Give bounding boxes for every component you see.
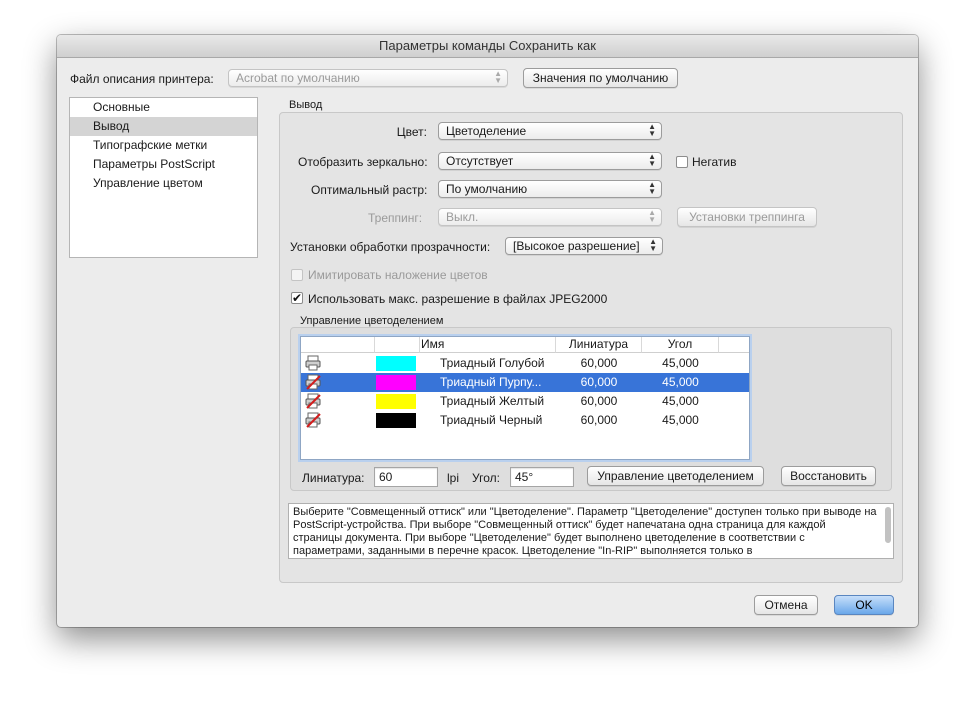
screening-popup[interactable]: По умолчанию ▲ ▼ <box>438 180 662 198</box>
printer-file-popup[interactable]: Acrobat по умолчанию ▲ ▼ <box>228 69 508 87</box>
mirror-popup[interactable]: Отсутствует ▲ ▼ <box>438 152 662 170</box>
column-header-frequency[interactable]: Линиатура <box>556 337 642 353</box>
ink-swatch <box>376 394 416 409</box>
trapping-popup[interactable]: Выкл. ▲ ▼ <box>438 208 662 226</box>
restore-button[interactable]: Восстановить <box>781 466 876 486</box>
simulate-overprint-checkbox[interactable] <box>291 269 303 281</box>
negative-label: Негатив <box>692 155 737 169</box>
ink-frequency: 60,000 <box>580 394 618 408</box>
popup-arrows-icon: ▲ ▼ <box>648 152 656 168</box>
trapping-label: Треппинг: <box>368 211 423 225</box>
table-row[interactable]: Триадный Черный 60,000 45,000 <box>301 411 749 430</box>
table-row[interactable]: Триадный Голубой 60,000 45,000 <box>301 354 749 373</box>
column-header-name[interactable]: Имя <box>420 337 556 353</box>
screening-label: Оптимальный растр: <box>311 183 428 197</box>
save-as-dialog: Параметры команды Сохранить как Файл опи… <box>57 35 918 627</box>
negative-checkbox[interactable] <box>676 156 688 168</box>
printer-icon[interactable] <box>305 354 325 373</box>
sidebar-item-marks[interactable]: Типографские метки <box>70 136 257 155</box>
separations-title: Управление цветоделением <box>300 315 444 327</box>
column-header-swatch[interactable] <box>375 337 420 353</box>
sidebar-item-output[interactable]: Вывод <box>70 117 257 136</box>
ink-name: Триадный Черный <box>440 413 543 427</box>
trapping-value: Выкл. <box>446 210 479 224</box>
category-sidebar: Основные Вывод Типографские метки Параме… <box>69 97 258 258</box>
output-section-title: Вывод <box>289 99 323 111</box>
frequency-label: Линиатура: <box>302 471 365 485</box>
max-jpeg2000-checkbox[interactable]: ✔ <box>291 292 303 304</box>
ink-angle: 45,000 <box>662 394 699 408</box>
ok-button[interactable]: OK <box>834 595 894 615</box>
transparency-label: Установки обработки прозрачности: <box>290 240 491 254</box>
sidebar-item-color-management[interactable]: Управление цветом <box>70 174 257 193</box>
ink-name: Триадный Голубой <box>440 356 545 370</box>
mirror-value: Отсутствует <box>446 154 514 168</box>
window-title: Параметры команды Сохранить как <box>57 35 918 58</box>
defaults-button[interactable]: Значения по умолчанию <box>523 68 678 88</box>
sidebar-item-general[interactable]: Основные <box>70 98 257 117</box>
popup-arrows-icon: ▲ ▼ <box>648 208 656 224</box>
cancel-button[interactable]: Отмена <box>754 595 818 615</box>
description-text: Выберите "Совмещенный оттиск" или "Цвето… <box>293 506 877 557</box>
screening-value: По умолчанию <box>446 182 528 196</box>
ink-angle: 45,000 <box>662 356 699 370</box>
angle-label: Угол: <box>472 471 500 485</box>
printer-disabled-icon[interactable] <box>305 411 325 430</box>
ink-frequency: 60,000 <box>580 356 618 370</box>
transparency-popup[interactable]: [Высокое разрешение] ▲ ▼ <box>505 237 663 255</box>
ink-swatch <box>376 375 416 390</box>
popup-arrows-icon: ▲ ▼ <box>494 69 502 85</box>
checkmark-icon: ✔ <box>292 291 303 305</box>
separations-table: Имя Линиатура Угол Триадный Голубой 60,00… <box>300 336 750 460</box>
ink-name: Триадный Пурпу... <box>440 375 542 389</box>
ink-frequency: 60,000 <box>580 413 618 427</box>
description-box[interactable]: Выберите "Совмещенный оттиск" или "Цвето… <box>288 503 894 559</box>
mirror-label: Отобразить зеркально: <box>298 155 428 169</box>
color-value: Цветоделение <box>446 124 527 138</box>
description-scrollbar[interactable] <box>885 507 891 543</box>
trapping-settings-button[interactable]: Установки треппинга <box>677 207 817 227</box>
ink-swatch <box>376 356 416 371</box>
simulate-overprint-label: Имитировать наложение цветов <box>308 268 488 282</box>
column-header-icon[interactable] <box>301 337 375 353</box>
printer-disabled-icon[interactable] <box>305 373 325 392</box>
angle-input[interactable]: 45° <box>510 467 574 487</box>
color-label: Цвет: <box>396 125 427 139</box>
printer-disabled-icon[interactable] <box>305 392 325 411</box>
transparency-value: [Высокое разрешение] <box>513 239 640 253</box>
ink-frequency: 60,000 <box>580 375 618 389</box>
ink-angle: 45,000 <box>662 413 699 427</box>
max-jpeg2000-label: Использовать макс. разрешение в файлах J… <box>308 292 608 306</box>
table-row[interactable]: Триадный Желтый 60,000 45,000 <box>301 392 749 411</box>
popup-arrows-icon: ▲ ▼ <box>649 237 657 253</box>
column-header-angle[interactable]: Угол <box>642 337 719 353</box>
color-popup[interactable]: Цветоделение ▲ ▼ <box>438 122 662 140</box>
popup-arrows-icon: ▲ ▼ <box>648 122 656 138</box>
ink-angle: 45,000 <box>662 375 699 389</box>
sidebar-item-postscript[interactable]: Параметры PostScript <box>70 155 257 174</box>
table-row[interactable]: Триадный Пурпу... 60,000 45,000 <box>301 373 749 392</box>
frequency-unit: lpi <box>447 471 460 485</box>
manage-separations-button[interactable]: Управление цветоделением <box>587 466 764 486</box>
column-header-spacer <box>719 337 749 353</box>
ink-name: Триадный Желтый <box>440 394 545 408</box>
printer-file-value: Acrobat по умолчанию <box>236 71 360 85</box>
ink-swatch <box>376 413 416 428</box>
frequency-input[interactable]: 60 <box>374 467 438 487</box>
popup-arrows-icon: ▲ ▼ <box>648 180 656 196</box>
printer-file-label: Файл описания принтера: <box>70 72 214 86</box>
